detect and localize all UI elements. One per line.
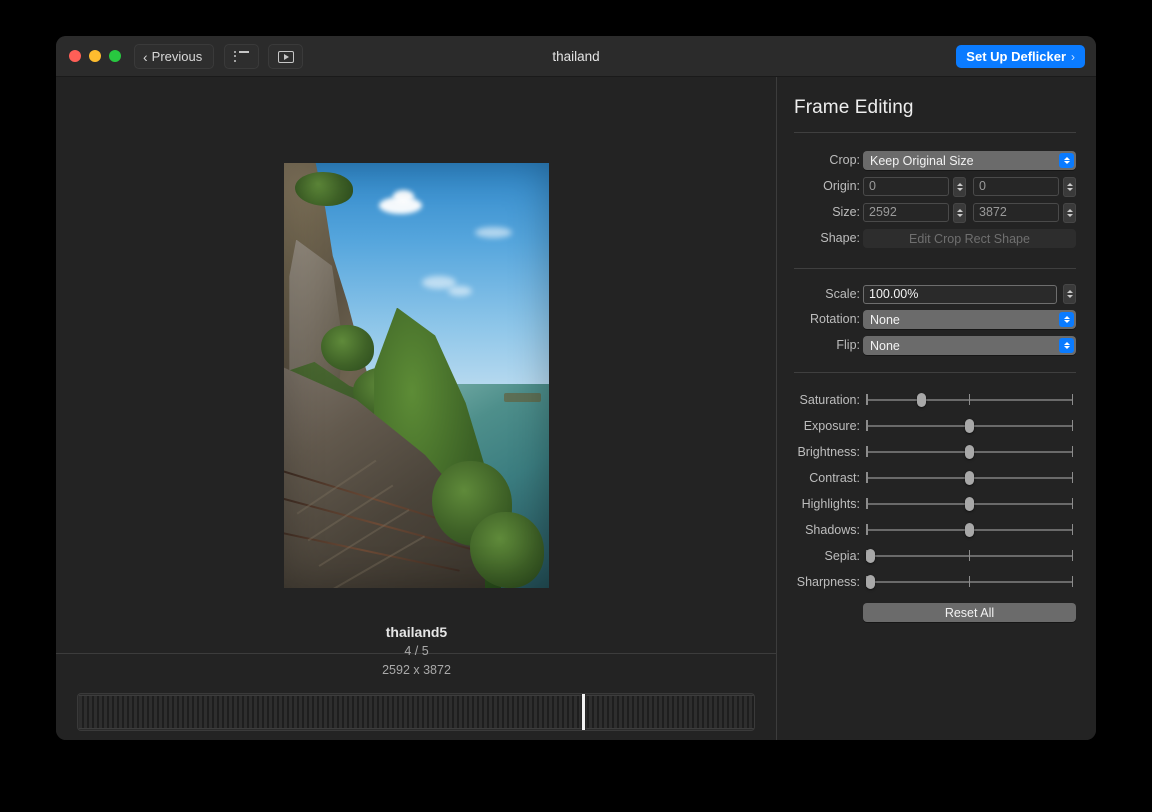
rotation-label: Rotation:	[809, 312, 860, 326]
crop-popup-value: Keep Original Size	[870, 153, 974, 168]
slider-tick	[866, 472, 868, 483]
rotation-popup-button[interactable]: None	[863, 310, 1076, 329]
preview-area: thailand5 4 / 5 2592 x 3872	[56, 77, 777, 677]
rotation-popup-chevrons-icon[interactable]	[1059, 312, 1074, 327]
photo-vignette	[284, 163, 549, 588]
slider-tick	[866, 394, 868, 405]
photo-file-name: thailand5	[385, 624, 448, 640]
reset-all-button[interactable]: Reset All	[863, 603, 1076, 622]
origin-y-stepper[interactable]	[1063, 177, 1076, 197]
slider-tick	[968, 550, 971, 561]
crop-popup-button[interactable]: Keep Original Size	[863, 151, 1076, 170]
slider-tick	[866, 420, 868, 431]
slider-tick	[1071, 394, 1073, 405]
flip-popup-chevrons-icon[interactable]	[1059, 338, 1074, 353]
size-label: Size:	[832, 205, 860, 219]
app-window: ‹ Previous thailand Set Up Deflicker › t…	[56, 36, 1096, 740]
scale-field[interactable]: 100.00%	[863, 285, 1057, 304]
playhead-marker[interactable]	[582, 694, 586, 730]
slider-tick	[866, 524, 868, 535]
slider-tick	[968, 394, 971, 405]
exposure-slider[interactable]	[863, 418, 1076, 434]
size-height-field[interactable]: 3872	[973, 203, 1059, 222]
origin-x-stepper[interactable]	[953, 177, 966, 197]
contrast-slider-label: Contrast:	[809, 471, 860, 485]
slider-tick	[866, 446, 868, 457]
origin-label: Origin:	[823, 179, 860, 193]
set-up-deflicker-label: Set Up Deflicker	[966, 49, 1066, 64]
origin-y-field[interactable]: 0	[973, 177, 1059, 196]
panel-divider-3	[794, 372, 1076, 373]
slider-tick	[1071, 420, 1073, 431]
set-up-deflicker-button[interactable]: Set Up Deflicker ›	[956, 45, 1085, 68]
scale-label: Scale:	[825, 287, 860, 301]
brightness-slider-knob[interactable]	[965, 445, 974, 459]
highlights-slider-knob[interactable]	[965, 497, 974, 511]
chevron-right-icon: ›	[1071, 49, 1075, 64]
shadows-slider[interactable]	[863, 522, 1076, 538]
flip-popup-button[interactable]: None	[863, 336, 1076, 355]
shape-label: Shape:	[820, 231, 860, 245]
size-width-field[interactable]: 2592	[863, 203, 949, 222]
slider-tick	[1071, 498, 1073, 509]
brightness-slider-label: Brightness:	[797, 445, 860, 459]
flip-label: Flip:	[836, 338, 860, 352]
saturation-slider-knob[interactable]	[917, 393, 927, 407]
sepia-slider[interactable]	[863, 548, 1076, 564]
panel-divider-1	[794, 132, 1076, 133]
slider-tick	[1071, 576, 1073, 587]
origin-x-field[interactable]: 0	[863, 177, 949, 196]
sharpness-slider-label: Sharpness:	[796, 575, 860, 589]
panel-divider-2	[794, 268, 1076, 269]
sharpness-slider-knob[interactable]	[866, 575, 875, 589]
saturation-slider[interactable]	[863, 392, 1076, 408]
scale-stepper[interactable]	[1063, 284, 1076, 304]
slider-tick	[1071, 550, 1073, 561]
sepia-slider-knob[interactable]	[866, 549, 875, 563]
shadows-slider-knob[interactable]	[965, 523, 974, 537]
crop-label: Crop:	[829, 153, 860, 167]
title-bar: ‹ Previous thailand Set Up Deflicker ›	[56, 36, 1096, 77]
timeline-area	[56, 655, 777, 740]
slider-tick	[1071, 446, 1073, 457]
size-height-stepper[interactable]	[1063, 203, 1076, 223]
highlights-slider-label: Highlights:	[801, 497, 860, 511]
crop-popup-chevrons-icon[interactable]	[1059, 153, 1074, 168]
edit-crop-rect-shape-button[interactable]: Edit Crop Rect Shape	[863, 229, 1076, 248]
filmstrip-scrubber[interactable]	[77, 693, 755, 731]
rotation-popup-value: None	[870, 312, 900, 327]
highlights-slider[interactable]	[863, 496, 1076, 512]
contrast-slider-knob[interactable]	[965, 471, 974, 485]
flip-popup-value: None	[870, 338, 900, 353]
filmstrip-frames[interactable]	[79, 695, 754, 729]
slider-tick	[866, 498, 868, 509]
saturation-slider-label: Saturation:	[799, 393, 860, 407]
photo-preview[interactable]	[284, 163, 549, 588]
sharpness-slider[interactable]	[863, 574, 1076, 590]
sepia-slider-label: Sepia:	[824, 549, 860, 563]
exposure-slider-knob[interactable]	[965, 419, 974, 433]
preview-pane: thailand5 4 / 5 2592 x 3872	[56, 77, 777, 740]
window-title: thailand	[552, 49, 600, 64]
brightness-slider[interactable]	[863, 444, 1076, 460]
size-width-stepper[interactable]	[953, 203, 966, 223]
photo-image	[284, 163, 549, 588]
panel-title: Frame Editing	[794, 97, 914, 118]
slider-tick	[1071, 472, 1073, 483]
slider-tick	[1071, 524, 1073, 535]
contrast-slider[interactable]	[863, 470, 1076, 486]
shadows-slider-label: Shadows:	[805, 523, 860, 537]
slider-tick	[968, 576, 971, 587]
exposure-slider-label: Exposure:	[803, 419, 860, 433]
